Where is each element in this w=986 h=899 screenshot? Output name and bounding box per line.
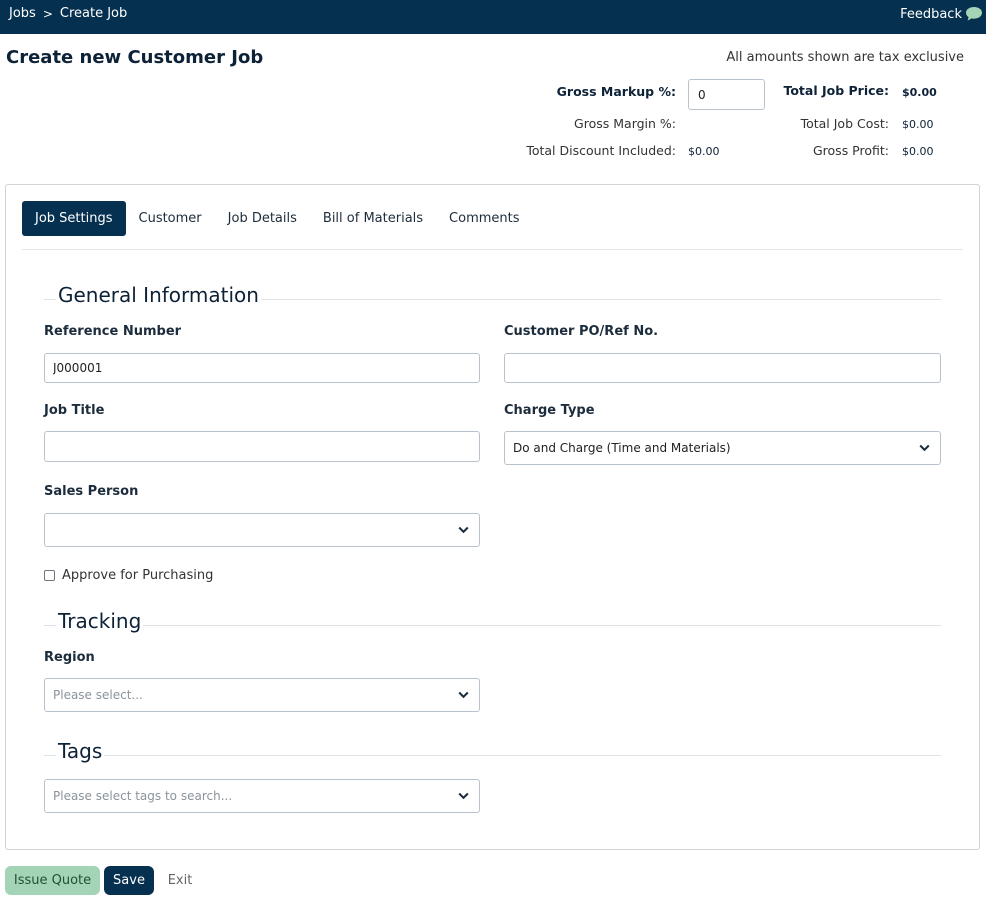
approve-purchasing-row: Approve for Purchasing (44, 568, 213, 583)
tags-placeholder: Please select tags to search... (53, 789, 233, 803)
region-select[interactable]: Please select... (44, 678, 480, 712)
job-form-panel: Job Settings Customer Job Details Bill o… (5, 184, 980, 850)
section-divider (44, 755, 941, 756)
region-label: Region (44, 650, 95, 665)
chevron-down-icon (458, 792, 469, 800)
sales-person-select[interactable] (44, 513, 480, 547)
chevron-down-icon (919, 444, 930, 452)
region-placeholder: Please select... (53, 688, 143, 702)
gross-profit-value: $0.00 (902, 145, 934, 158)
sales-person-label: Sales Person (44, 484, 139, 499)
tab-job-settings[interactable]: Job Settings (22, 201, 126, 236)
chat-bubble-icon (966, 7, 982, 21)
total-job-price-label: Total Job Price: (783, 83, 889, 98)
tab-bar: Job Settings Customer Job Details Bill o… (22, 201, 533, 236)
top-bar: Jobs > Create Job Feedback (0, 0, 986, 34)
tab-job-details[interactable]: Job Details (215, 201, 310, 236)
tags-heading: Tags (56, 739, 105, 763)
job-title-label: Job Title (44, 403, 105, 418)
page-title: Create new Customer Job (6, 47, 264, 68)
job-title-input[interactable] (44, 431, 480, 462)
total-job-cost-label: Total Job Cost: (800, 116, 889, 131)
chevron-down-icon (458, 691, 469, 699)
exit-button[interactable]: Exit (160, 866, 200, 895)
breadcrumb-create-job: Create Job (59, 6, 128, 21)
save-button[interactable]: Save (104, 866, 154, 895)
tracking-section: Tracking (44, 609, 941, 639)
total-job-price-value: $0.00 (902, 86, 937, 99)
tax-note: All amounts shown are tax exclusive (726, 50, 964, 65)
feedback-label: Feedback (900, 6, 962, 22)
tab-customer[interactable]: Customer (126, 201, 215, 236)
tab-divider (22, 249, 963, 250)
total-job-cost-value: $0.00 (902, 118, 934, 131)
charge-type-value: Do and Charge (Time and Materials) (513, 441, 731, 455)
approve-purchasing-label[interactable]: Approve for Purchasing (62, 568, 213, 583)
gross-markup-label: Gross Markup %: (556, 84, 676, 99)
reference-number-value: J000001 (53, 361, 103, 375)
feedback-button[interactable]: Feedback (900, 6, 983, 22)
gross-profit-label: Gross Profit: (812, 143, 889, 158)
general-information-section: General Information (44, 283, 941, 313)
charge-type-label: Charge Type (504, 403, 595, 418)
reference-number-input[interactable]: J000001 (44, 353, 480, 383)
tab-comments[interactable]: Comments (436, 201, 532, 236)
tab-bill-of-materials[interactable]: Bill of Materials (310, 201, 436, 236)
section-divider (44, 625, 941, 626)
chevron-down-icon (458, 526, 469, 534)
gross-margin-label: Gross Margin %: (574, 116, 676, 131)
total-discount-value: $0.00 (688, 145, 720, 158)
gross-markup-input[interactable] (688, 79, 765, 110)
approve-purchasing-checkbox[interactable] (44, 570, 55, 581)
customer-po-label: Customer PO/Ref No. (504, 324, 659, 339)
general-information-heading: General Information (56, 283, 261, 307)
tags-section: Tags (44, 739, 941, 769)
reference-number-label: Reference Number (44, 324, 182, 339)
charge-type-select[interactable]: Do and Charge (Time and Materials) (504, 431, 941, 465)
breadcrumb-separator: > (42, 6, 53, 21)
customer-po-input[interactable] (504, 353, 941, 383)
tracking-heading: Tracking (56, 609, 144, 633)
issue-quote-button[interactable]: Issue Quote (5, 866, 100, 895)
breadcrumb-jobs[interactable]: Jobs (9, 6, 36, 21)
tags-select[interactable]: Please select tags to search... (44, 779, 480, 813)
total-discount-label: Total Discount Included: (526, 143, 676, 158)
breadcrumb: Jobs > Create Job (9, 6, 127, 21)
